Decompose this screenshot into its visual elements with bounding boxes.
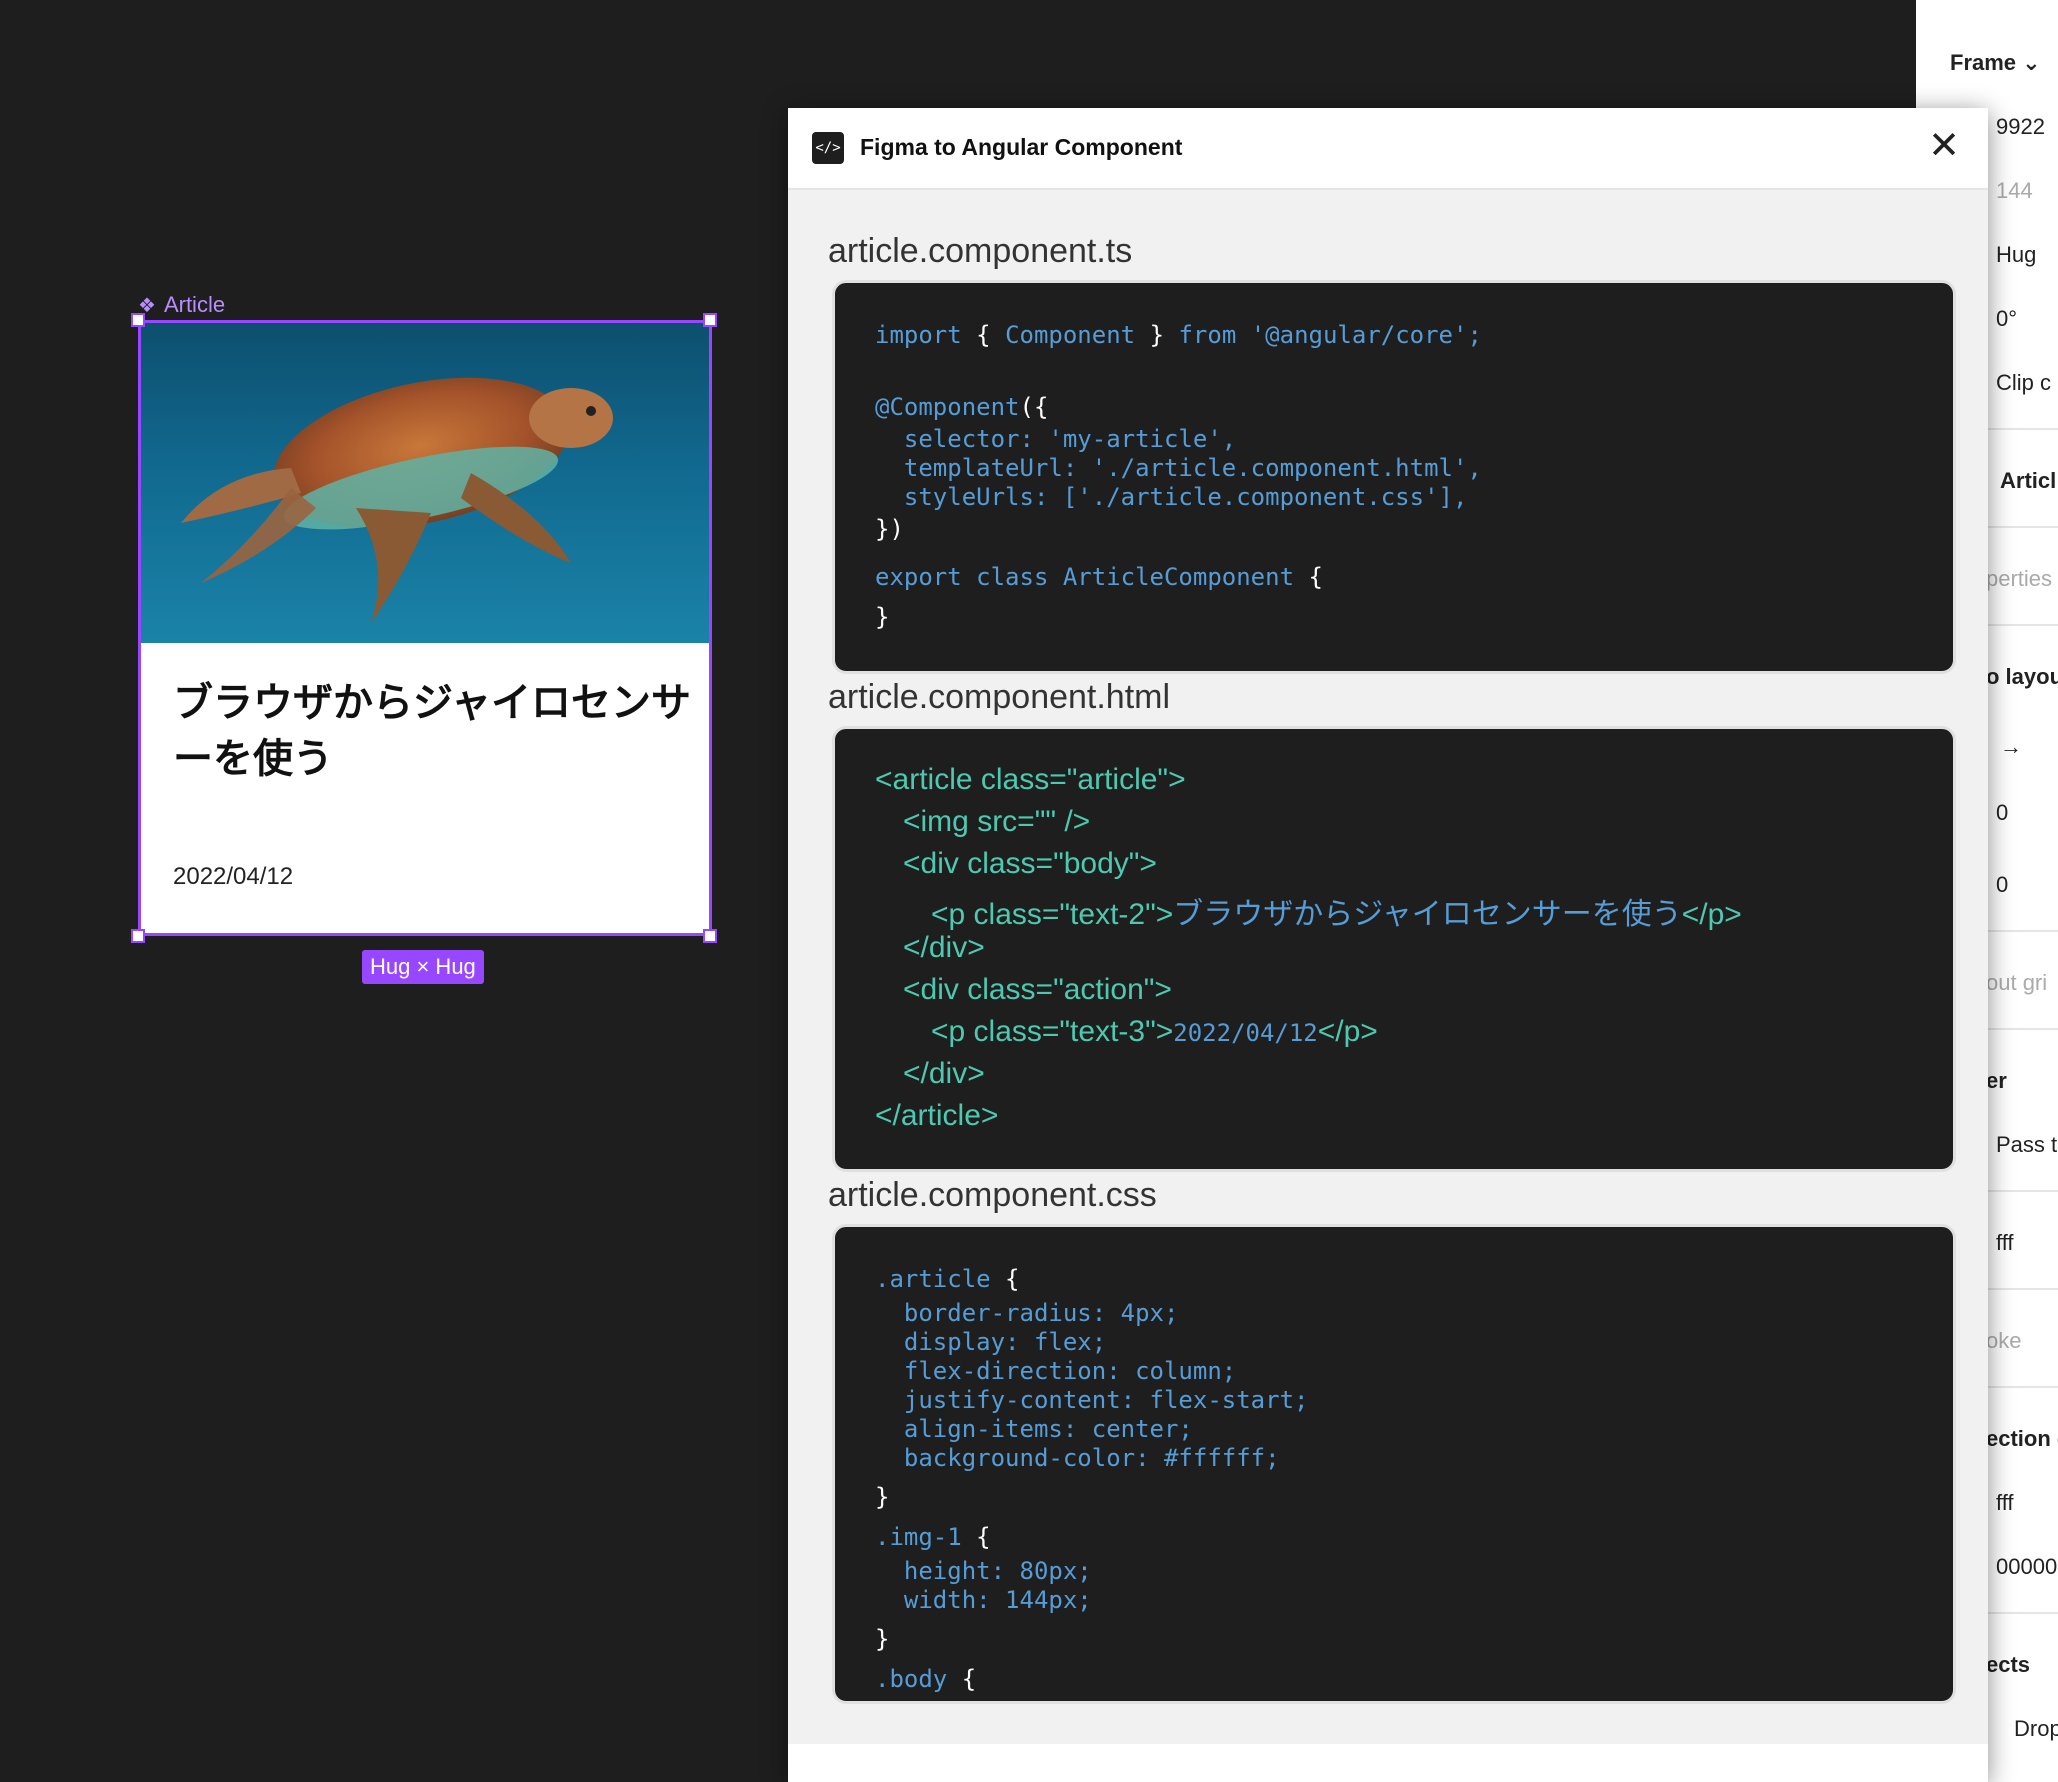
turtle-image — [141, 323, 709, 643]
code-line: <p class="text-2">ブラウザからジャイロセンサーを使う</p> — [931, 898, 1742, 931]
resize-handle-top-left[interactable] — [131, 313, 145, 327]
code-line: styleUrls: ['./article.component.css'], — [875, 483, 1468, 511]
code-line: justify-content: flex-start; — [875, 1386, 1309, 1414]
resize-handle-top-right[interactable] — [703, 313, 717, 327]
code-line: @Component({ — [875, 393, 1049, 421]
height-mode-select[interactable]: Hug — [1996, 242, 2058, 268]
code-block-css[interactable]: .article { border-radius: 4px; display: … — [832, 1224, 1956, 1704]
file-name-html: article.component.html — [828, 678, 1171, 716]
resize-handle-bottom-left[interactable] — [131, 929, 145, 943]
turtle-illustration — [181, 377, 613, 623]
drop-shadow-effect[interactable]: Drop — [2014, 1716, 2058, 1742]
blend-mode-select[interactable]: Pass t — [1996, 1132, 2058, 1158]
code-block-ts[interactable]: import { Component } from '@angular/core… — [832, 280, 1956, 674]
code-line: import { Component } from '@angular/core… — [875, 321, 1482, 349]
code-line: .article { — [875, 1265, 1020, 1293]
x-position-field[interactable]: 9922 — [1996, 114, 2058, 140]
plugin-title: Figma to Angular Component — [860, 134, 1183, 160]
spacing-field[interactable]: 0 — [1996, 800, 2058, 826]
selection-color-000[interactable]: 00000 — [1996, 1554, 2058, 1580]
code-line: <article class="article"> — [875, 763, 1186, 796]
component-name: Articl — [2000, 468, 2057, 493]
component-label[interactable]: ❖ Article — [138, 292, 225, 318]
code-line: background-color: #ffffff; — [875, 1444, 1280, 1472]
code-line: <div class="body"> — [903, 847, 1157, 880]
plugin-footer — [788, 1744, 1988, 1782]
figma-workspace: { "canvas": { "component_label": "Articl… — [0, 0, 2058, 1782]
clip-content-checkbox[interactable]: Clip c — [1996, 370, 2058, 396]
direction-arrow-icon[interactable]: → — [2000, 734, 2058, 760]
properties-section-title: perties — [1986, 566, 2053, 591]
stroke-section-title: oke — [1986, 1328, 2022, 1353]
code-line: flex-direction: column; — [875, 1357, 1237, 1385]
code-line: <div class="action"> — [903, 973, 1172, 1006]
code-line: align-items: center; — [875, 1415, 1193, 1443]
plugin-dialog: </> Figma to Angular Component ✕ article… — [788, 108, 1988, 1782]
close-icon[interactable]: ✕ — [1928, 126, 1960, 166]
code-line: width: 144px; — [875, 1586, 1092, 1614]
rotation-field[interactable]: 0° — [1996, 306, 2058, 332]
size-badge: Hug × Hug — [362, 950, 484, 984]
code-line: </div> — [903, 1057, 985, 1090]
code-line: }) — [875, 515, 904, 543]
file-name-ts: article.component.ts — [828, 232, 1133, 270]
resize-handle-bottom-right[interactable] — [703, 929, 717, 943]
padding-field[interactable]: 0 — [1996, 872, 2058, 898]
code-line: </article> — [875, 1099, 999, 1132]
component-name-text: Article — [163, 292, 226, 317]
code-line: .img-1 { — [875, 1523, 991, 1551]
layout-grid-section-title: out gri — [1986, 970, 2048, 995]
plugin-titlebar: </> Figma to Angular Component ✕ — [788, 108, 1988, 190]
code-line: .body { — [875, 1665, 977, 1693]
article-date: 2022/04/12 — [173, 863, 294, 890]
code-line: <p class="text-3">2022/04/12</p> — [931, 1015, 1378, 1048]
code-line: height: 80px; — [875, 1557, 1092, 1585]
y-position-field[interactable]: 144 — [1996, 178, 2058, 204]
frame-dropdown[interactable]: Frame ⌄ — [1950, 50, 2058, 76]
code-line: <img src="" /> — [903, 805, 1091, 838]
code-line: } — [875, 1625, 890, 1653]
code-line: selector: 'my-article', — [875, 425, 1237, 453]
selection-colors-section-title: ection c — [1986, 1426, 2058, 1451]
code-line: } — [875, 603, 890, 631]
code-line: } — [875, 1483, 890, 1511]
code-line: export class ArticleComponent { — [875, 563, 1323, 591]
code-line: border-radius: 4px; — [875, 1299, 1179, 1327]
article-title: ブラウザからジャイロセンサーを使う — [173, 680, 691, 782]
fill-hex-field[interactable]: fff — [1996, 1230, 2058, 1256]
selection-color-fff[interactable]: fff — [1996, 1490, 2058, 1516]
effects-section-title: ects — [1986, 1652, 2031, 1677]
code-line: templateUrl: './article.component.html', — [875, 454, 1482, 482]
auto-layout-section-title: o layou — [1986, 664, 2058, 689]
code-icon: </> — [812, 132, 844, 164]
article-card[interactable]: ブラウザからジャイロセンサーを使う 2022/04/12 — [138, 320, 712, 936]
code-line: display: flex; — [875, 1328, 1107, 1356]
file-name-css: article.component.css — [828, 1176, 1157, 1214]
layer-section-title: er — [1986, 1068, 2007, 1093]
code-line: </div> — [903, 931, 985, 964]
code-block-html[interactable]: <article class="article"> <img src="" />… — [832, 726, 1956, 1172]
